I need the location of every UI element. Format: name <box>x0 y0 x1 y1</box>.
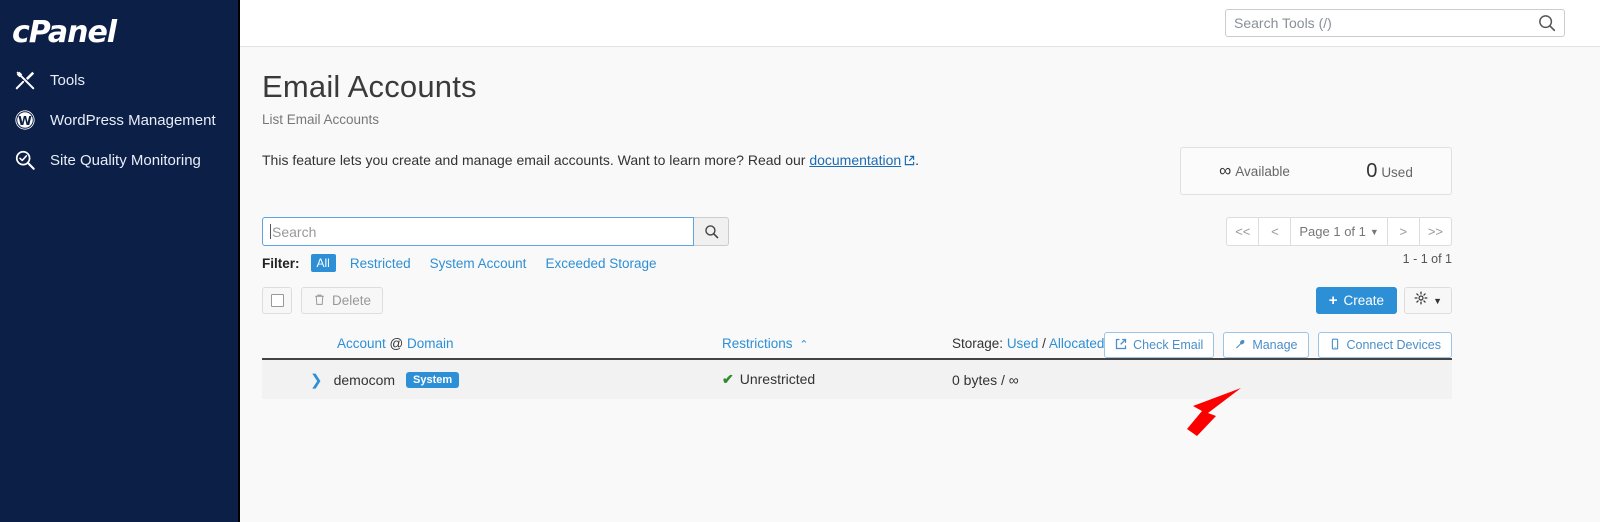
available-label: Available <box>1235 164 1290 179</box>
sort-ascending-icon: ⌃ <box>799 338 809 351</box>
pagination-next-button[interactable]: > <box>1386 217 1420 246</box>
create-button[interactable]: + Create <box>1315 287 1398 314</box>
restriction-value: Unrestricted <box>739 371 816 387</box>
wrench-icon <box>1234 338 1246 353</box>
page-subtitle: List Email Accounts <box>262 112 380 127</box>
search-row: Search <box>262 217 729 246</box>
sort-by-used-link[interactable]: Used <box>1007 336 1039 351</box>
used-label: Used <box>1381 164 1413 180</box>
cell-account: ❯ democom System <box>262 371 722 389</box>
manage-button[interactable]: Manage <box>1223 332 1309 358</box>
tools-icon <box>14 69 36 91</box>
sort-by-restrictions-link[interactable]: Restrictions <box>722 336 793 351</box>
storage-label: Storage: <box>952 335 1004 351</box>
delete-button[interactable]: Delete <box>301 287 384 314</box>
select-all-checkbox[interactable] <box>262 287 292 314</box>
filter-row: Filter: All Restricted System Account Ex… <box>262 254 662 272</box>
sort-by-allocated-link[interactable]: Allocated <box>1049 336 1105 351</box>
trash-icon <box>313 293 326 309</box>
search-icon <box>704 225 718 239</box>
intro-text-after: . <box>915 152 920 168</box>
pagination-page-dropdown[interactable]: Page 1 of 1 ▼ <box>1290 217 1388 246</box>
pagination-prev-button[interactable]: < <box>1258 217 1292 246</box>
search-input[interactable]: Search <box>262 217 694 246</box>
sort-by-domain-link[interactable]: Domain <box>407 336 454 351</box>
connect-devices-label: Connect Devices <box>1346 338 1442 352</box>
search-placeholder: Search <box>272 223 317 240</box>
check-email-button[interactable]: Check Email <box>1104 332 1215 358</box>
site-quality-icon <box>14 149 36 171</box>
available-value: ∞ <box>1219 161 1232 180</box>
intro-text-before: This feature lets you create and manage … <box>262 152 810 168</box>
stat-available: ∞ Available <box>1219 161 1290 181</box>
mobile-icon <box>1329 338 1341 353</box>
cpanel-logo[interactable]: cPanel <box>0 0 238 60</box>
storage-separator: / <box>1042 335 1046 351</box>
sidebar-item-tools[interactable]: Tools <box>0 60 238 100</box>
svg-text:W: W <box>18 114 32 128</box>
filter-option-exceeded-storage[interactable]: Exceeded Storage <box>540 255 661 272</box>
filter-label: Filter: <box>262 255 300 271</box>
sidebar-item-label: WordPress Management <box>50 111 216 129</box>
sidebar-item-wordpress-management[interactable]: W WordPress Management <box>0 100 238 140</box>
stat-used: 0 Used <box>1366 160 1413 183</box>
cpanel-logo-text: cPanel <box>12 15 117 50</box>
external-link-icon <box>1115 338 1127 353</box>
filter-option-restricted[interactable]: Restricted <box>345 255 416 272</box>
sidebar-item-label: Site Quality Monitoring <box>50 151 201 169</box>
search-icon[interactable] <box>1536 12 1558 34</box>
create-button-label: Create <box>1343 293 1385 308</box>
filter-option-system-account[interactable]: System Account <box>425 255 532 272</box>
pagination-last-button[interactable]: >> <box>1418 217 1452 246</box>
settings-dropdown-button[interactable]: ▼ <box>1404 287 1452 314</box>
manage-label: Manage <box>1252 338 1298 352</box>
table-row[interactable]: ❯ democom System ✔ Unrestricted 0 bytes /… <box>262 360 1452 399</box>
table-toolbar: Delete <box>262 287 384 314</box>
pagination: << < Page 1 of 1 ▼ > >> <box>1226 217 1452 246</box>
gear-icon <box>1414 291 1428 310</box>
pagination-page-label: Page 1 of 1 <box>1299 224 1366 239</box>
search-tools-field[interactable] <box>1225 9 1565 37</box>
text-caret <box>270 224 271 239</box>
column-header-account-domain: Account @ Domain <box>262 336 722 351</box>
page-title: Email Accounts <box>262 69 477 104</box>
check-icon: ✔ <box>722 371 734 387</box>
top-bar <box>240 0 1600 47</box>
cell-storage: 0 bytes / ∞ <box>952 371 1019 388</box>
filter-option-all[interactable]: All <box>310 254 336 272</box>
status-badge: System <box>406 371 460 388</box>
chevron-down-icon: ▼ <box>1433 295 1442 306</box>
row-action-buttons: Check Email Manage Connect Devices <box>1104 332 1452 358</box>
at-symbol: @ <box>389 335 404 351</box>
sidebar-item-label: Tools <box>50 71 86 89</box>
chevron-right-icon[interactable]: ❯ <box>310 371 323 389</box>
sidebar-item-site-quality-monitoring[interactable]: Site Quality Monitoring <box>0 140 238 180</box>
pagination-range: 1 - 1 of 1 <box>1402 252 1452 266</box>
sort-by-account-link[interactable]: Account <box>337 336 386 351</box>
column-header-restrictions: Restrictions ⌃ <box>722 336 952 351</box>
check-email-label: Check Email <box>1133 338 1204 352</box>
search-button[interactable] <box>694 217 729 246</box>
account-name: democom <box>333 371 396 388</box>
sidebar: cPanel Tools W WordPress Management Site… <box>0 0 240 522</box>
documentation-link[interactable]: documentation <box>809 152 901 168</box>
wordpress-icon: W <box>14 109 36 131</box>
checkbox-box <box>270 294 284 307</box>
pagination-first-button[interactable]: << <box>1226 217 1260 246</box>
account-stats-box: ∞ Available 0 Used <box>1180 147 1452 195</box>
used-value: 0 <box>1366 159 1378 182</box>
chevron-down-icon: ▼ <box>1369 226 1379 237</box>
plus-icon: + <box>1328 292 1338 309</box>
search-tools-input[interactable] <box>1226 10 1536 36</box>
delete-button-label: Delete <box>332 293 372 308</box>
main-content: Email Accounts List Email Accounts This … <box>240 47 1600 522</box>
connect-devices-button[interactable]: Connect Devices <box>1317 332 1452 358</box>
external-link-icon <box>904 153 915 166</box>
create-area: + Create ▼ <box>1315 287 1452 314</box>
cell-restrictions: ✔ Unrestricted <box>722 371 952 388</box>
